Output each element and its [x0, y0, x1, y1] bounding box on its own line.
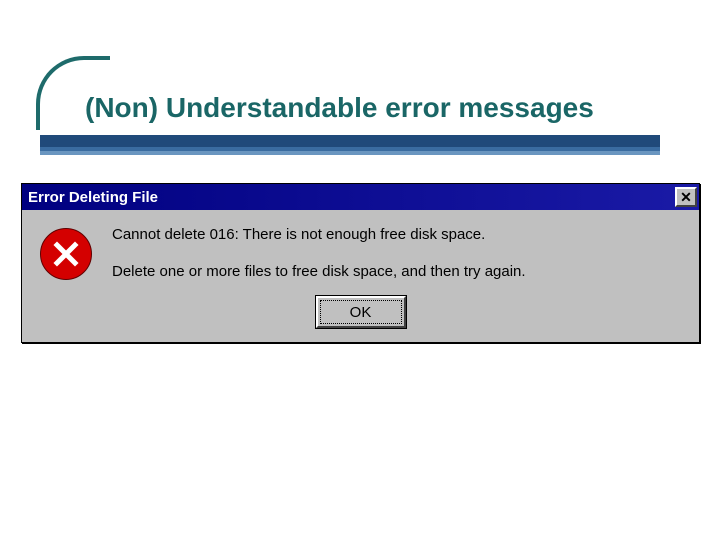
- message-line-2: Delete one or more files to free disk sp…: [112, 263, 526, 280]
- message-column: Cannot delete 016: There is not enough f…: [112, 224, 526, 280]
- dialog-body: Cannot delete 016: There is not enough f…: [22, 210, 699, 342]
- dialog-content-row: Cannot delete 016: There is not enough f…: [36, 224, 685, 280]
- dialog-title: Error Deleting File: [28, 189, 158, 206]
- error-dialog: Error Deleting File ✕ Cannot delete 016:…: [21, 183, 700, 343]
- title-underline: [40, 135, 660, 155]
- close-button[interactable]: ✕: [675, 187, 697, 207]
- button-row: OK: [36, 296, 685, 328]
- slide-title: (Non) Understandable error messages: [85, 92, 594, 124]
- slide: (Non) Understandable error messages Erro…: [0, 0, 720, 540]
- error-icon: [40, 228, 92, 280]
- close-icon: ✕: [680, 189, 692, 206]
- message-line-1: Cannot delete 016: There is not enough f…: [112, 226, 526, 243]
- dialog-titlebar[interactable]: Error Deleting File ✕: [22, 184, 699, 210]
- ok-button[interactable]: OK: [316, 296, 406, 328]
